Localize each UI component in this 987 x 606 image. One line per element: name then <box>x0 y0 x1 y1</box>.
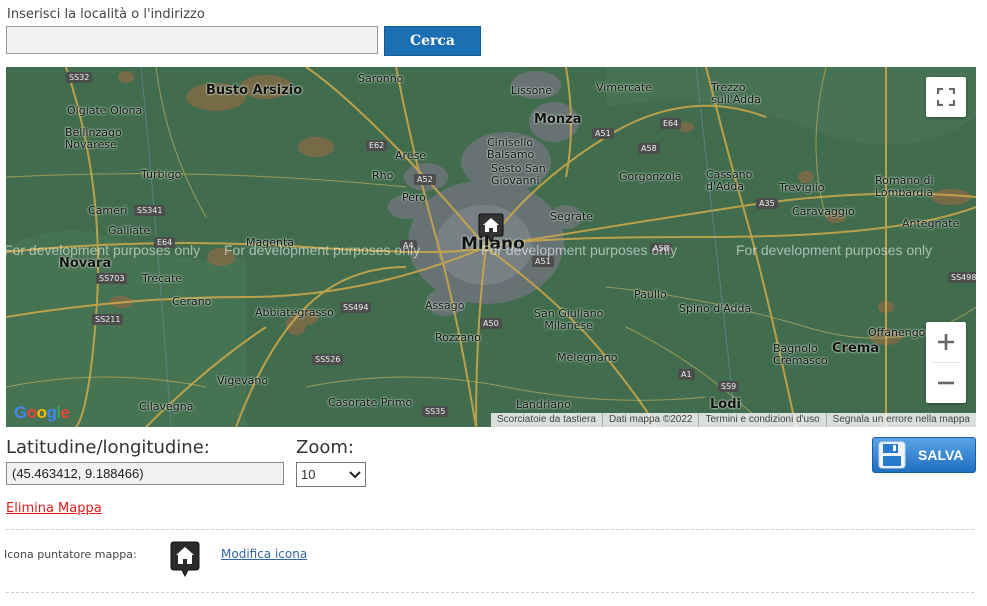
road-shield: E62 <box>366 140 388 151</box>
dev-watermark: For development purposes only <box>224 242 421 258</box>
map-label: Abbiategrasso <box>255 306 334 319</box>
map-label: Cilavegna <box>139 400 194 413</box>
road-shield: SS35 <box>422 406 449 417</box>
map-label: Cinisello Balsamo <box>487 136 535 161</box>
map-label: Melegnano <box>557 351 618 364</box>
terms-link[interactable]: Termini e condizioni d'uso <box>698 413 825 427</box>
dev-watermark: For development purposes only <box>736 242 933 258</box>
road-shield: SS9 <box>718 381 740 392</box>
map-label: Busto Arsizio <box>206 83 303 98</box>
map-label: Paullo <box>634 288 667 301</box>
report-error-link[interactable]: Segnala un errore nella mappa <box>825 413 976 427</box>
map-label: Pero <box>402 191 427 204</box>
road-shield: A51 <box>592 128 614 139</box>
road-shield: E64 <box>660 118 682 129</box>
map-label: Caravaggio <box>792 205 855 218</box>
road-shield: SS498 <box>948 272 976 283</box>
save-button[interactable]: SALVA <box>872 437 976 473</box>
modify-icon-link[interactable]: Modifica icona <box>221 547 307 561</box>
map-label: Trezzo sull'Adda <box>711 81 761 106</box>
map-label: Vigevano <box>217 374 269 387</box>
map-label: Olgiate Olona <box>67 104 143 117</box>
road-shield: SS494 <box>340 302 372 313</box>
map-label: Vimercate <box>596 81 652 94</box>
road-shield: SS526 <box>312 354 344 365</box>
road-shield: SS341 <box>134 205 166 216</box>
map-label: Lodi <box>710 397 741 412</box>
map-label: Offanengo <box>868 326 926 339</box>
road-shield: A52 <box>414 174 436 185</box>
road-shield: A58 <box>638 143 660 154</box>
latlng-input[interactable] <box>6 462 284 485</box>
road-shield: A35 <box>756 198 778 209</box>
minus-icon <box>938 381 954 385</box>
map-label: Sesto San Giovanni <box>491 162 546 187</box>
map-label: Saronno <box>358 72 404 85</box>
map-label: Arese <box>395 149 427 162</box>
road-shield: SS703 <box>96 273 128 284</box>
road-shield: A1 <box>678 369 695 380</box>
map-label: Galliate <box>108 224 151 237</box>
divider <box>6 592 974 593</box>
search-input[interactable] <box>6 26 378 54</box>
map-label: Antegnate <box>902 217 960 230</box>
fullscreen-button[interactable] <box>926 77 966 117</box>
chevron-down-icon <box>349 470 361 478</box>
home-marker-icon <box>170 541 200 581</box>
map-label: Bellinzago Novarese <box>65 126 122 151</box>
map-attribution: Scorciatoie da tastiera Dati mappa ©2022… <box>490 413 976 427</box>
map-label: Trecate <box>142 272 183 285</box>
map-label: Lissone <box>511 84 553 97</box>
map-label: Landriano <box>516 398 571 411</box>
zoom-in-button[interactable] <box>926 322 966 362</box>
map-label: Cerano <box>172 295 212 308</box>
map-label: Bagnolo Cremasco <box>773 342 828 367</box>
zoom-controls <box>926 322 966 403</box>
dev-watermark: For development purposes only <box>481 242 678 258</box>
map-label: Cameri <box>88 204 128 217</box>
road-shield: SS211 <box>92 314 124 325</box>
map-label: Casorate Primo <box>328 396 413 409</box>
map-label: Gorgonzola <box>619 170 682 183</box>
map-label: Segrate <box>550 210 594 223</box>
map-label: Treviglio <box>779 181 825 194</box>
map-label: Romano di Lombardia <box>875 174 934 199</box>
map-label: Novara <box>59 256 112 271</box>
latlng-label: Latitudine/longitudine: <box>6 437 210 458</box>
zoom-select-value: 10 <box>301 467 316 482</box>
search-button[interactable]: Cerca <box>384 26 481 56</box>
map-label: Assago <box>425 299 465 312</box>
map-data-text: Dati mappa ©2022 <box>601 413 699 427</box>
floppy-disk-icon <box>878 441 906 469</box>
home-marker-icon[interactable] <box>478 213 504 247</box>
divider <box>6 529 974 530</box>
road-shield: A50 <box>480 318 502 329</box>
save-button-label: SALVA <box>918 447 964 463</box>
map-label: Cassano d'Adda <box>706 168 753 193</box>
dev-watermark: For development purposes only <box>6 242 201 258</box>
map[interactable]: Saronno Busto Arsizio Olgiate Olona Bell… <box>6 67 976 427</box>
plus-icon <box>938 334 954 350</box>
google-logo[interactable]: Google <box>14 403 70 423</box>
zoom-out-button[interactable] <box>926 363 966 403</box>
map-label: Turbigo <box>141 168 182 181</box>
marker-icon-label: Icona puntatore mappa: <box>4 548 137 561</box>
zoom-label: Zoom: <box>296 437 354 458</box>
zoom-select[interactable]: 10 <box>296 462 366 487</box>
keyboard-shortcuts-link[interactable]: Scorciatoie da tastiera <box>491 413 602 427</box>
delete-map-link[interactable]: Elimina Mappa <box>6 501 102 516</box>
map-label: Rozzano <box>435 331 481 344</box>
map-label: Monza <box>534 112 582 127</box>
map-label: San Giuliano Milanese <box>534 307 604 332</box>
search-label: Inserisci la località o l'indirizzo <box>7 7 205 22</box>
fullscreen-icon <box>937 88 955 106</box>
map-label: Crema <box>832 341 880 356</box>
road-shield: SS32 <box>66 72 93 83</box>
map-label: Spino d'Adda <box>679 302 752 315</box>
map-label: Rho <box>372 169 394 182</box>
